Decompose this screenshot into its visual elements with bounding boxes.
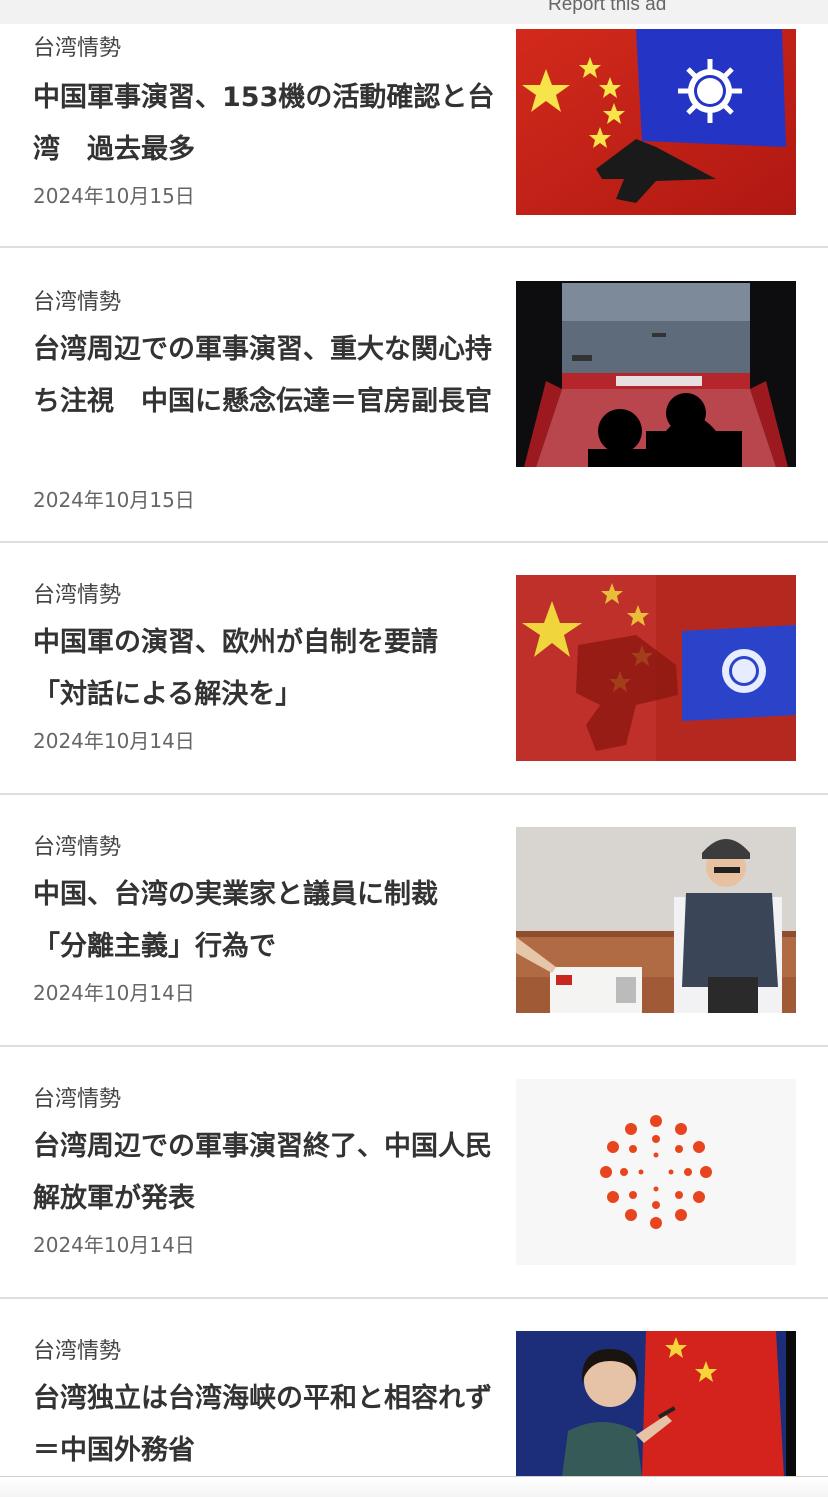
article-category[interactable]: 台湾情勢 xyxy=(33,1333,121,1365)
list-item[interactable]: 台湾情勢 台湾独立は台湾海峡の平和と相容れず＝中国外務省 xyxy=(0,1299,828,1496)
article-category[interactable]: 台湾情勢 xyxy=(33,829,121,861)
list-item[interactable]: 台湾情勢 中国、台湾の実業家と議員に制裁 「分離主義」行為で 2024年10月1… xyxy=(0,795,828,1047)
article-thumbnail[interactable] xyxy=(516,1079,796,1265)
article-title[interactable]: 台湾独立は台湾海峡の平和と相容れず＝中国外務省 xyxy=(33,1373,503,1477)
article-title[interactable]: 中国軍の演習、欧州が自制を要請 「対話による解決を」 xyxy=(33,617,503,721)
article-date: 2024年10月15日 xyxy=(33,488,195,512)
article-thumbnail[interactable] xyxy=(516,575,796,761)
reuters-logo-icon xyxy=(600,1115,712,1229)
article-title[interactable]: 台湾周辺での軍事演習終了、中国人民解放軍が発表 xyxy=(33,1121,503,1225)
list-item[interactable]: 台湾情勢 台湾周辺での軍事演習終了、中国人民解放軍が発表 2024年10月14日 xyxy=(0,1047,828,1299)
article-thumbnail[interactable] xyxy=(516,1331,796,1477)
article-date: 2024年10月14日 xyxy=(33,729,195,753)
bottom-edge xyxy=(0,1476,828,1497)
ad-report-bar: Report this ad xyxy=(0,0,828,24)
article-category[interactable]: 台湾情勢 xyxy=(33,284,121,316)
article-title[interactable]: 台湾周辺での軍事演習、重大な関心持ち注視 中国に懸念伝達＝官房副長官 xyxy=(33,324,503,428)
article-category[interactable]: 台湾情勢 xyxy=(33,1081,121,1113)
report-ad-link[interactable]: Report this ad xyxy=(548,0,666,16)
article-title[interactable]: 中国軍事演習、153機の活動確認と台湾 過去最多 xyxy=(33,72,503,176)
article-category[interactable]: 台湾情勢 xyxy=(33,30,121,62)
list-item[interactable]: 台湾情勢 中国軍事演習、153機の活動確認と台湾 過去最多 2024年10月15… xyxy=(0,24,828,248)
article-thumbnail[interactable] xyxy=(516,281,796,467)
article-date: 2024年10月14日 xyxy=(33,981,195,1005)
article-date: 2024年10月15日 xyxy=(33,184,195,208)
article-title[interactable]: 中国、台湾の実業家と議員に制裁 「分離主義」行為で xyxy=(33,869,503,973)
list-item[interactable]: 台湾情勢 台湾周辺での軍事演習、重大な関心持ち注視 中国に懸念伝達＝官房副長官 … xyxy=(0,248,828,542)
list-item[interactable]: 台湾情勢 中国軍の演習、欧州が自制を要請 「対話による解決を」 2024年10月… xyxy=(0,543,828,795)
article-category[interactable]: 台湾情勢 xyxy=(33,577,121,609)
article-thumbnail[interactable] xyxy=(516,29,796,215)
article-date: 2024年10月14日 xyxy=(33,1233,195,1257)
article-thumbnail[interactable] xyxy=(516,827,796,1013)
